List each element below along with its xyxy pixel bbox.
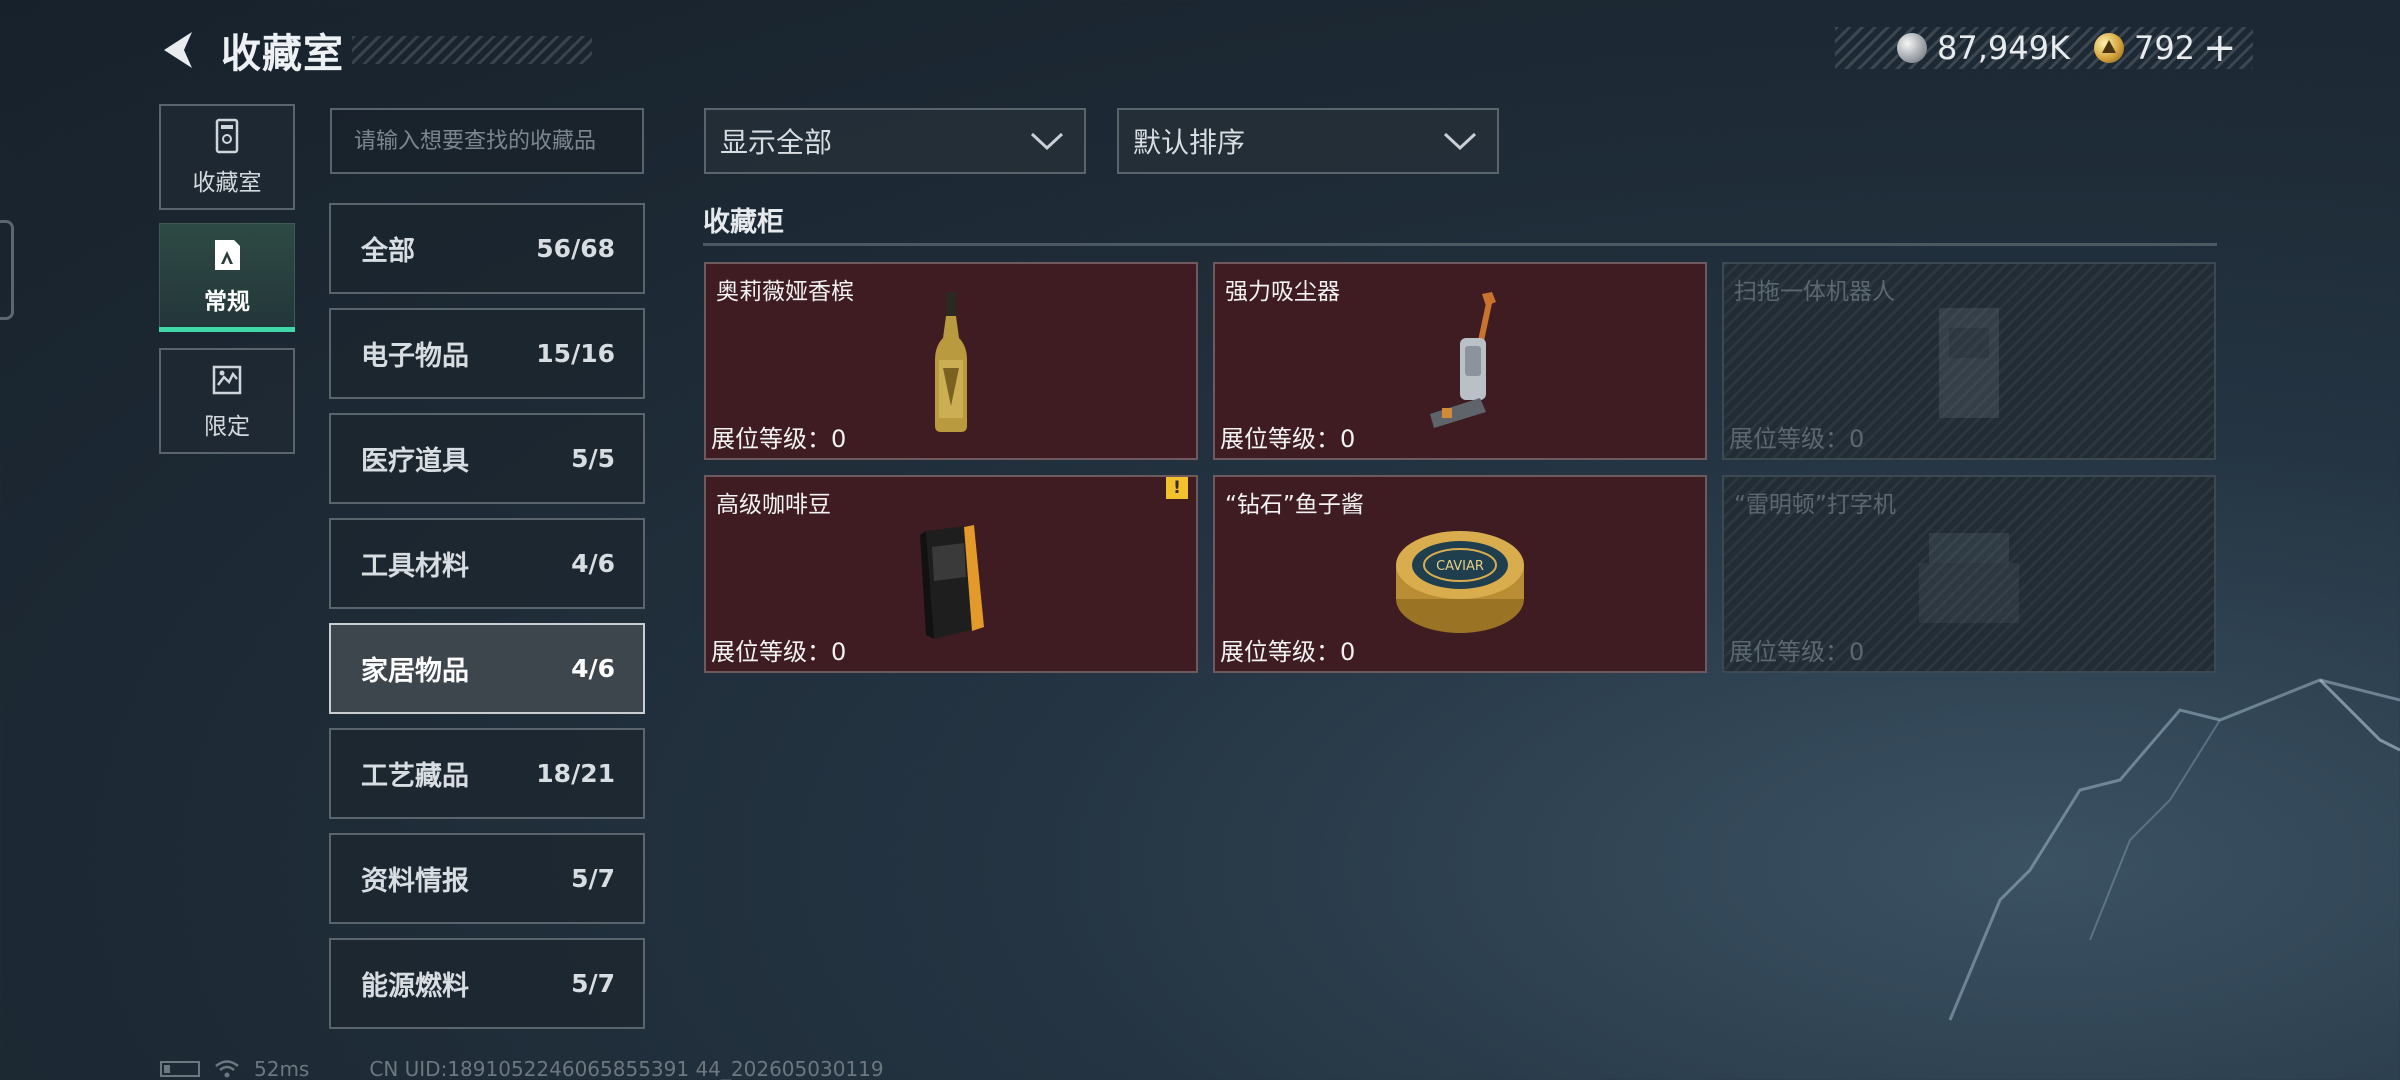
- card-level: 展位等级：0: [1220, 425, 1356, 453]
- back-arrow-icon: [164, 32, 192, 68]
- silver-currency: 87,949K: [1897, 29, 2070, 67]
- user-uid: CN UID:1891052246065855391 44_2026050301…: [369, 1057, 884, 1080]
- category-medical[interactable]: 医疗道具 5/5: [329, 413, 645, 504]
- category-count: 5/7: [571, 969, 615, 998]
- caviar-tin-icon: CAVIAR: [1396, 531, 1524, 633]
- card-level: 展位等级：0: [711, 638, 847, 666]
- gold-amount: 792: [2133, 29, 2196, 67]
- category-name: 能源燃料: [361, 971, 469, 1002]
- chevron-down-icon: [1030, 132, 1064, 151]
- display-filter-value: 显示全部: [720, 126, 833, 159]
- category-household[interactable]: 家居物品 4/6: [329, 623, 645, 714]
- collection-room-icon: [215, 118, 239, 154]
- typewriter-icon: [1919, 533, 2019, 623]
- champagne-bottle-icon: [935, 292, 967, 432]
- battery-icon: [160, 1061, 200, 1077]
- card-level: 展位等级：0: [1729, 425, 1865, 453]
- category-count: 18/21: [536, 759, 615, 788]
- category-tools[interactable]: 工具材料 4/6: [329, 518, 645, 609]
- card-name: 高级咖啡豆: [716, 492, 831, 518]
- silver-coin-icon: [1897, 33, 1927, 63]
- edge-bracket: [0, 220, 14, 320]
- regular-icon: [215, 240, 240, 270]
- card-name: 强力吸尘器: [1225, 279, 1340, 305]
- section-divider: [703, 243, 2217, 246]
- collection-card[interactable]: 强力吸尘器 展位等级：0: [1213, 262, 1707, 460]
- vacuum-cleaner-icon: [1430, 292, 1496, 428]
- category-count: 4/6: [571, 549, 615, 578]
- coffee-bag-icon: [920, 525, 984, 639]
- chevron-down-icon: [1443, 132, 1477, 151]
- ping-value: 52ms: [254, 1057, 310, 1080]
- background-lightning: [1948, 678, 2400, 1021]
- category-count: 4/6: [571, 654, 615, 683]
- category-count: 15/16: [536, 339, 615, 368]
- card-level: 展位等级：0: [711, 425, 847, 453]
- side-tab-label: 常规: [204, 289, 250, 315]
- side-tab-regular[interactable]: 常规: [159, 223, 295, 332]
- search-input[interactable]: [354, 128, 642, 154]
- gold-currency: 792 +: [2093, 28, 2237, 68]
- category-electronics[interactable]: 电子物品 15/16: [329, 308, 645, 399]
- collection-card-locked[interactable]: “雷明顿”打字机 展位等级：0: [1722, 475, 2216, 673]
- robot-mop-icon: [1939, 308, 1999, 418]
- currency-bar: 87,949K 792 +: [1835, 27, 2253, 69]
- back-button[interactable]: [155, 27, 201, 73]
- title-decoration: [352, 36, 592, 64]
- status-bar: 52ms CN UID:1891052246065855391 44_20260…: [160, 1057, 884, 1080]
- category-count: 56/68: [536, 234, 615, 263]
- card-name: 扫拖一体机器人: [1734, 279, 1895, 305]
- category-count: 5/7: [571, 864, 615, 893]
- side-tab-label: 收藏室: [192, 170, 262, 196]
- category-intel[interactable]: 资料情报 5/7: [329, 833, 645, 924]
- search-box: [330, 108, 644, 174]
- sort-dropdown[interactable]: 默认排序: [1117, 108, 1499, 174]
- card-name: 奥莉薇娅香槟: [716, 279, 854, 305]
- card-level: 展位等级：0: [1220, 638, 1356, 666]
- wifi-icon: [215, 1060, 239, 1078]
- category-name: 家居物品: [361, 656, 469, 687]
- category-energy[interactable]: 能源燃料 5/7: [329, 938, 645, 1029]
- header: 收藏室: [155, 20, 592, 80]
- collection-card[interactable]: 奥莉薇娅香槟 展位等级：0: [704, 262, 1198, 460]
- category-name: 电子物品: [361, 341, 469, 372]
- side-tab-collection-room[interactable]: 收藏室: [159, 104, 295, 210]
- category-name: 工具材料: [361, 551, 469, 582]
- side-tab-limited[interactable]: 限定: [159, 348, 295, 454]
- page-title: 收藏室: [221, 31, 344, 77]
- category-name: 资料情报: [361, 866, 469, 897]
- caviar-label: CAVIAR: [1436, 559, 1484, 574]
- limited-icon: [212, 365, 242, 395]
- collection-card[interactable]: “钻石”鱼子酱 CAVIAR 展位等级：0: [1213, 475, 1707, 673]
- display-filter-dropdown[interactable]: 显示全部: [704, 108, 1086, 174]
- collection-card-locked[interactable]: 扫拖一体机器人 展位等级：0: [1722, 262, 2216, 460]
- section-title: 收藏柜: [703, 207, 784, 238]
- sort-value: 默认排序: [1133, 126, 1246, 159]
- card-name: “钻石”鱼子酱: [1225, 492, 1364, 518]
- collection-card[interactable]: 高级咖啡豆 ! 展位等级：0: [704, 475, 1198, 673]
- card-level: 展位等级：0: [1729, 638, 1865, 666]
- category-name: 工艺藏品: [361, 761, 469, 792]
- category-count: 5/5: [571, 444, 615, 473]
- card-name: “雷明顿”打字机: [1734, 492, 1896, 518]
- add-currency-button[interactable]: +: [2203, 28, 2237, 68]
- category-all[interactable]: 全部 56/68: [329, 203, 645, 294]
- category-crafts[interactable]: 工艺藏品 18/21: [329, 728, 645, 819]
- gold-coin-icon: [2093, 33, 2124, 63]
- category-name: 医疗道具: [361, 446, 469, 477]
- warning-icon: !: [1166, 477, 1188, 499]
- category-name: 全部: [361, 236, 415, 267]
- silver-amount: 87,949K: [1937, 29, 2070, 67]
- side-tab-label: 限定: [204, 414, 250, 440]
